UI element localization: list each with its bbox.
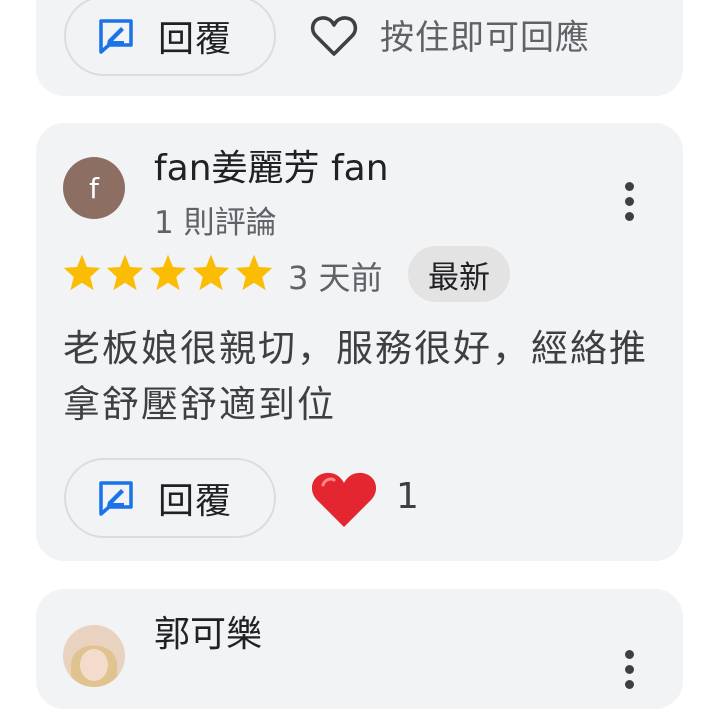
star-icon bbox=[63, 254, 101, 291]
review-card-next: 郭可樂 bbox=[36, 589, 683, 709]
heart-reaction-icon[interactable] bbox=[309, 467, 379, 531]
star-icon bbox=[192, 254, 230, 291]
star-rating bbox=[62, 253, 277, 291]
reply-edit-icon bbox=[99, 19, 133, 54]
avatar[interactable] bbox=[63, 625, 125, 687]
star-icon bbox=[149, 254, 187, 291]
more-options-icon[interactable] bbox=[622, 647, 636, 692]
star-icon bbox=[106, 254, 144, 291]
more-options-icon[interactable] bbox=[622, 179, 636, 224]
heart-outline-icon[interactable] bbox=[310, 14, 358, 58]
react-hint-text: 按住即可回應 bbox=[380, 18, 590, 58]
reviewer-review-count: 1 則評論 bbox=[154, 205, 277, 241]
newest-badge: 最新 bbox=[408, 246, 510, 302]
reaction-count: 1 bbox=[396, 476, 419, 517]
reply-button[interactable]: 回覆 bbox=[64, 458, 276, 538]
reviewer-name[interactable]: 郭可樂 bbox=[154, 605, 262, 657]
star-icon bbox=[235, 254, 273, 291]
reply-button[interactable]: 回覆 bbox=[64, 0, 276, 76]
review-text: 老板娘很親切，服務很好，經絡推拿舒壓舒適到位 bbox=[63, 327, 648, 426]
review-time: 3 天前 bbox=[288, 259, 383, 297]
review-card: f fan姜麗芳 fan 1 則評論 3 天前 最新 老板娘很親切，服務很好，經… bbox=[36, 123, 683, 561]
reply-label: 回覆 bbox=[158, 481, 233, 522]
reply-label: 回覆 bbox=[158, 19, 233, 60]
avatar[interactable]: f bbox=[63, 157, 125, 219]
review-card-previous: 回覆 按住即可回應 bbox=[36, 0, 683, 96]
avatar-photo-icon bbox=[63, 625, 125, 687]
reviewer-name[interactable]: fan姜麗芳 fan bbox=[154, 139, 389, 191]
reply-edit-icon bbox=[99, 481, 133, 516]
